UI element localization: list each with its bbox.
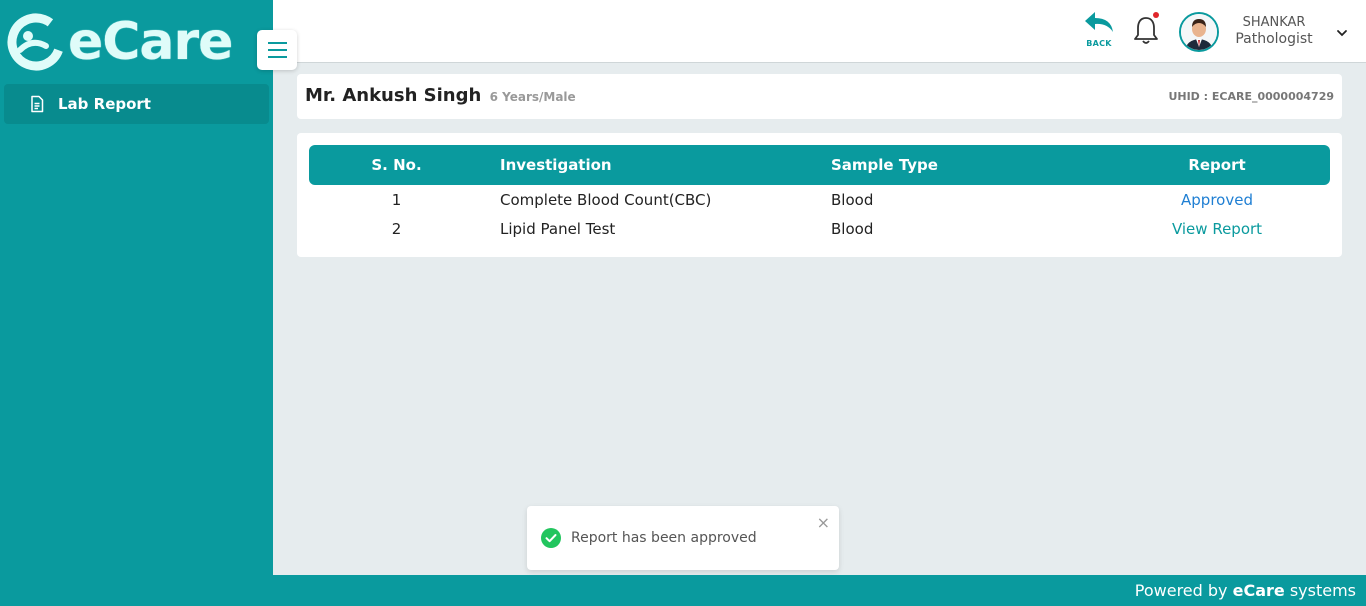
lab-report-table: S. No. Investigation Sample Type Report …	[297, 133, 1342, 257]
table-row: 2 Lipid Panel Test Blood View Report	[309, 216, 1330, 244]
footer-brand: eCare	[1232, 581, 1285, 600]
patient-name-text: Mr. Ankush Singh	[305, 85, 482, 106]
user-name: SHANKAR	[1242, 15, 1306, 30]
cell-sno: 1	[391, 191, 402, 209]
notification-dot	[1153, 12, 1159, 18]
avatar[interactable]	[1179, 12, 1219, 52]
back-button[interactable]: BACK	[1083, 10, 1115, 48]
table-header: S. No. Investigation Sample Type Report	[309, 145, 1330, 185]
document-icon	[31, 95, 44, 113]
top-header: BACK SHANKAR Pathologist	[273, 0, 1366, 63]
column-header-sno: S. No.	[371, 156, 422, 174]
cell-investigation: Lipid Panel Test	[500, 220, 616, 238]
bell-icon	[1134, 17, 1158, 44]
check-circle-icon	[541, 528, 561, 548]
sidebar-item-label: Lab Report	[58, 95, 151, 113]
notifications-button[interactable]	[1131, 12, 1161, 48]
footer-suffix: systems	[1284, 581, 1356, 600]
column-header-investigation: Investigation	[500, 156, 612, 174]
success-toast: Report has been approved ×	[527, 506, 839, 570]
view-report-link[interactable]: View Report	[1099, 220, 1335, 238]
hamburger-icon-bar	[267, 42, 287, 44]
sidebar-item-lab-report[interactable]: Lab Report	[4, 84, 269, 124]
patient-name: Mr. Ankush Singh 6 Years/Male	[305, 85, 576, 106]
cell-sno: 2	[391, 220, 402, 238]
ecare-logo-icon	[7, 13, 65, 71]
sidebar: eCare Lab Report	[0, 0, 273, 606]
cell-sample-type: Blood	[831, 220, 874, 238]
cell-investigation: Complete Blood Count(CBC)	[500, 191, 712, 209]
menu-toggle-button[interactable]	[257, 30, 297, 70]
brand-logo[interactable]: eCare	[6, 10, 233, 74]
footer-text: Powered by eCare systems	[1135, 581, 1356, 600]
logo-text: eCare	[68, 12, 233, 72]
approved-link[interactable]: Approved	[1099, 191, 1335, 209]
patient-age-gender: 6 Years/Male	[489, 90, 576, 104]
close-icon[interactable]: ×	[817, 513, 830, 532]
back-label: BACK	[1086, 39, 1112, 48]
cell-sample-type: Blood	[831, 191, 874, 209]
user-avatar-icon	[1181, 14, 1217, 50]
hamburger-icon-bar	[267, 49, 287, 51]
column-header-report: Report	[1188, 156, 1246, 174]
footer-prefix: Powered by	[1134, 581, 1233, 600]
back-arrow-icon	[1085, 12, 1113, 32]
chevron-down-icon[interactable]	[1335, 26, 1349, 40]
column-header-sample-type: Sample Type	[831, 156, 938, 174]
user-role: Pathologist	[1235, 31, 1313, 47]
patient-info-card: Mr. Ankush Singh 6 Years/Male UHID : ECA…	[297, 74, 1342, 119]
patient-uhid: UHID : ECARE_0000004729	[1168, 90, 1334, 103]
toast-message: Report has been approved	[571, 530, 757, 546]
footer: Powered by eCare systems	[273, 575, 1366, 606]
hamburger-icon-bar	[267, 56, 287, 58]
table-row: 1 Complete Blood Count(CBC) Blood Approv…	[309, 187, 1330, 215]
